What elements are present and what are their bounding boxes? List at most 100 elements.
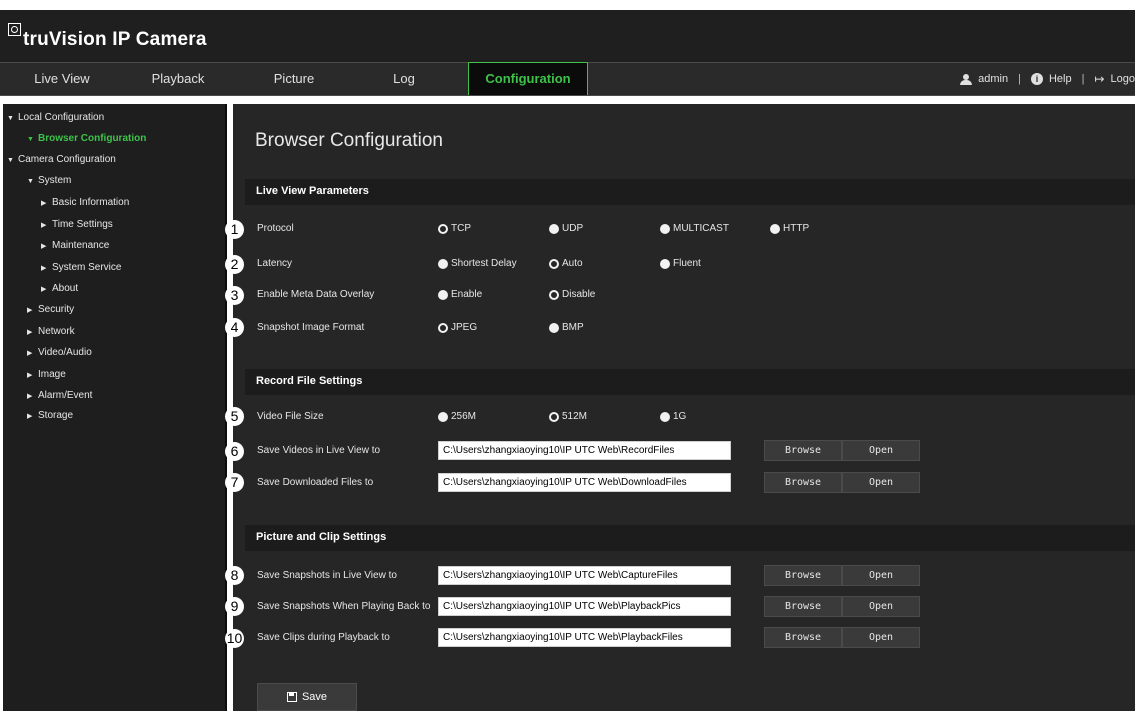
save-button[interactable]: Save — [257, 683, 357, 711]
collapsed-arrow-icon: ▶ — [27, 372, 33, 379]
save-snapshots-playback-path-input[interactable]: C:\Users\zhangxiaoying10\IP UTC Web\Play… — [438, 597, 731, 616]
expanded-arrow-icon: ▼ — [27, 136, 34, 143]
callout-number: 3 — [225, 286, 244, 305]
section-live-view-parameters: Live View Parameters — [245, 179, 1135, 205]
save-downloads-label: Save Downloaded Files to — [257, 477, 374, 488]
save-snapshots-label: Save Snapshots in Live View to — [257, 570, 397, 581]
section-title: Record File Settings — [256, 375, 363, 387]
tab-log[interactable]: Log — [364, 63, 444, 95]
user-link[interactable]: admin — [978, 63, 1008, 95]
save-clips-browse-button[interactable]: Browse — [764, 627, 842, 648]
snapshot-bmp-radio[interactable]: BMP — [549, 322, 584, 333]
save-snapshots-path-input[interactable]: C:\Users\zhangxiaoying10\IP UTC Web\Capt… — [438, 566, 731, 585]
tab-picture[interactable]: Picture — [248, 63, 340, 95]
tree-camera-configuration[interactable]: ▼ Camera Configuration — [7, 154, 116, 165]
tree-network[interactable]: ▶ Network — [27, 326, 75, 337]
latency-shortest-delay-radio[interactable]: Shortest Delay — [438, 258, 517, 269]
video-size-512m-radio[interactable]: 512M — [549, 411, 587, 422]
radio-icon — [438, 411, 448, 422]
tree-alarm-event[interactable]: ▶ Alarm/Event — [27, 390, 92, 401]
meta-enable-radio[interactable]: Enable — [438, 289, 482, 300]
tab-live-view[interactable]: Live View — [16, 63, 108, 95]
save-videos-open-button[interactable]: Open — [842, 440, 920, 461]
save-clips-open-button[interactable]: Open — [842, 627, 920, 648]
radio-icon — [438, 258, 448, 269]
tree-system-service[interactable]: ▶ System Service — [41, 262, 121, 273]
tree-maintenance[interactable]: ▶ Maintenance — [41, 240, 109, 251]
save-snapshots-playback-open-button[interactable]: Open — [842, 596, 920, 617]
save-snapshots-browse-button[interactable]: Browse — [764, 565, 842, 586]
tree-local-configuration[interactable]: ▼ Local Configuration — [7, 112, 104, 123]
separator: | — [1081, 73, 1085, 85]
callout-number: 9 — [225, 597, 244, 616]
tree-browser-configuration[interactable]: ▼ Browser Configuration — [27, 133, 146, 144]
tree-about[interactable]: ▶ About — [41, 283, 78, 294]
logout-icon: ↦ — [1094, 72, 1105, 86]
save-downloads-open-button[interactable]: Open — [842, 472, 920, 493]
main-nav: Live View Playback Picture Log Configura… — [0, 62, 1135, 96]
tab-playback[interactable]: Playback — [132, 63, 224, 95]
expanded-arrow-icon: ▼ — [7, 115, 14, 122]
callout-number: 7 — [225, 473, 244, 492]
snapshot-format-label: Snapshot Image Format — [257, 322, 365, 333]
callout-number: 4 — [225, 318, 244, 337]
save-snapshots-playback-label: Save Snapshots When Playing Back to — [257, 601, 431, 612]
latency-auto-radio[interactable]: Auto — [549, 258, 583, 269]
save-clips-label: Save Clips during Playback to — [257, 632, 390, 643]
tree-time-settings[interactable]: ▶ Time Settings — [41, 219, 113, 230]
video-size-256m-radio[interactable]: 256M — [438, 411, 476, 422]
logout-link[interactable]: Logo — [1111, 63, 1135, 95]
callout-number: 10 — [225, 629, 244, 648]
protocol-multicast-radio[interactable]: MULTICAST — [660, 223, 729, 234]
collapsed-arrow-icon: ▶ — [41, 243, 47, 250]
tree-storage[interactable]: ▶ Storage — [27, 410, 73, 421]
collapsed-arrow-icon: ▶ — [27, 307, 33, 314]
save-clips-path-input[interactable]: C:\Users\zhangxiaoying10\IP UTC Web\Play… — [438, 628, 731, 647]
save-downloads-browse-button[interactable]: Browse — [764, 472, 842, 493]
radio-icon — [660, 258, 670, 269]
tree-security[interactable]: ▶ Security — [27, 304, 74, 315]
section-record-file-settings: Record File Settings — [245, 369, 1135, 395]
protocol-http-radio[interactable]: HTTP — [770, 223, 809, 234]
section-picture-clip-settings: Picture and Clip Settings — [245, 525, 1135, 551]
radio-icon — [438, 289, 448, 300]
header-bar: truVision IP Camera — [0, 10, 1135, 62]
callout-number: 5 — [225, 407, 244, 426]
latency-fluent-radio[interactable]: Fluent — [660, 258, 701, 269]
save-snapshots-open-button[interactable]: Open — [842, 565, 920, 586]
callout-number: 1 — [225, 220, 244, 239]
radio-selected-icon — [549, 258, 559, 269]
collapsed-arrow-icon: ▶ — [27, 393, 33, 400]
save-downloads-path-input[interactable]: C:\Users\zhangxiaoying10\IP UTC Web\Down… — [438, 473, 731, 492]
user-icon — [960, 73, 973, 85]
brand-name: truVision IP Camera — [23, 29, 207, 50]
protocol-tcp-radio[interactable]: TCP — [438, 223, 471, 234]
tree-system[interactable]: ▼ System — [27, 175, 71, 186]
tree-video-audio[interactable]: ▶ Video/Audio — [27, 347, 92, 358]
app-window: truVision IP Camera Live View Playback P… — [0, 0, 1135, 711]
radio-selected-icon — [549, 411, 559, 422]
video-file-size-label: Video File Size — [257, 411, 324, 422]
video-size-1g-radio[interactable]: 1G — [660, 411, 686, 422]
latency-label: Latency — [257, 258, 293, 269]
radio-selected-icon — [438, 223, 448, 234]
meta-overlay-label: Enable Meta Data Overlay — [257, 289, 375, 300]
snapshot-jpeg-radio[interactable]: JPEG — [438, 322, 477, 333]
protocol-label: Protocol — [257, 223, 294, 234]
meta-disable-radio[interactable]: Disable — [549, 289, 595, 300]
help-link[interactable]: Help — [1049, 63, 1072, 95]
protocol-udp-radio[interactable]: UDP — [549, 223, 583, 234]
brand-logo: truVision IP Camera — [8, 20, 207, 50]
collapsed-arrow-icon: ▶ — [41, 222, 47, 229]
save-videos-path-input[interactable]: C:\Users\zhangxiaoying10\IP UTC Web\Reco… — [438, 441, 731, 460]
save-videos-browse-button[interactable]: Browse — [764, 440, 842, 461]
save-snapshots-playback-browse-button[interactable]: Browse — [764, 596, 842, 617]
expanded-arrow-icon: ▼ — [27, 178, 34, 185]
tree-basic-information[interactable]: ▶ Basic Information — [41, 197, 129, 208]
section-title: Live View Parameters — [256, 185, 369, 197]
tab-configuration[interactable]: Configuration — [468, 62, 588, 95]
collapsed-arrow-icon: ▶ — [41, 286, 47, 293]
tree-image[interactable]: ▶ Image — [27, 369, 66, 380]
separator: | — [1018, 73, 1021, 85]
user-menu: admin | i Help | ↦ Logo — [960, 63, 1135, 95]
